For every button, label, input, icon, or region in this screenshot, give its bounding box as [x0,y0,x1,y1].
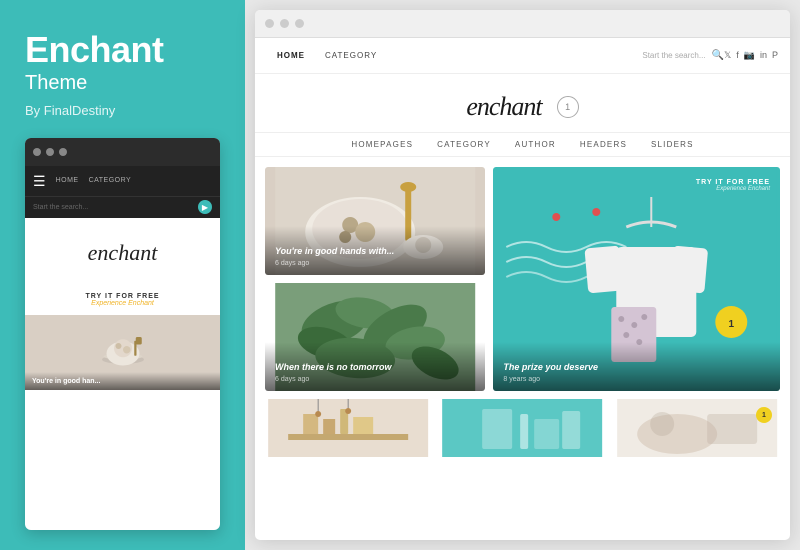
left-column: You're in good hands with... 6 days ago [265,167,485,391]
site-content: You're in good hands with... 6 days ago [255,167,790,540]
mini-search-bar: Start the search... ▶ [25,196,220,218]
mini-dot-2 [46,148,54,156]
sec-nav-headers[interactable]: HEADERS [568,140,639,149]
content-grid-bottom: 1 [265,399,780,457]
mini-nav: ☰ HOME CATEGORY [25,166,220,196]
article-food-overlay: You're in good hands with... 6 days ago [265,226,485,275]
article-teal-overlay: The prize you deserve 8 years ago [493,342,780,391]
article-food-title: You're in good hands with... [275,246,475,258]
article-plant-overlay: When there is no tomorrow 6 days ago [265,342,485,391]
article-teal-meta: 8 years ago [503,376,770,383]
site-nav-home[interactable]: HOME [267,51,315,60]
browser-dot-1 [265,19,274,28]
mini-search-placeholder: Start the search... [33,204,198,211]
article-food-image: You're in good hands with... 6 days ago [265,167,485,275]
sec-nav-homepages[interactable]: HOMEPAGES [339,140,425,149]
mini-browser-topbar [25,138,220,166]
mini-nav-home: HOME [56,177,79,184]
mini-search-icon: ▶ [198,200,212,214]
site-header: enchant 1 [255,74,790,132]
mini-nav-category: CATEGORY [89,177,132,184]
theme-title: Enchant [25,30,220,70]
teal-cta-text: TRY IT FOR FREE [696,179,770,186]
pinterest-icon: P [772,50,778,61]
bottom-scene-2 [439,399,605,457]
site-nav-category[interactable]: CATEGORY [315,51,387,60]
facebook-icon: f [736,50,739,61]
mini-preview: ☰ HOME CATEGORY Start the search... ▶ en… [25,138,220,530]
mini-logo: enchant [88,240,158,266]
article-food-meta: 6 days ago [275,260,475,267]
theme-subtitle: Theme [25,72,220,95]
browser-topbar [255,10,790,38]
article-card-teal: 1 TRY IT FOR FREE Experience Enchant The… [493,167,780,391]
mini-dot-1 [33,148,41,156]
article-plant-image: When there is no tomorrow 6 days ago [265,283,485,391]
twitter-icon: 𝕏 [724,50,731,61]
content-grid-top: You're in good hands with... 6 days ago [265,167,780,391]
site-search-placeholder: Start the search... [642,51,705,60]
search-icon[interactable]: 🔍 [712,50,724,61]
site-nav: HOME CATEGORY Start the search... 🔍 𝕏 f … [255,38,790,74]
article-teal-image: 1 TRY IT FOR FREE Experience Enchant The… [493,167,780,391]
site-secondary-nav: HOMEPAGES CATEGORY AUTHOR HEADERS SLIDER… [255,132,790,157]
bottom-badge-3: 1 [756,407,772,423]
mini-article-image: You're in good han... [25,315,220,390]
mini-cta-sub: Experience Enchant [25,300,220,307]
theme-author: By FinalDestiny [25,103,220,118]
linkedin-icon: in [760,50,767,61]
sec-nav-author[interactable]: AUTHOR [503,140,568,149]
mini-cta-section: TRY IT FOR FREE Experience Enchant [25,288,220,315]
sec-nav-category[interactable]: CATEGORY [425,140,503,149]
bottom-card-2 [439,399,605,457]
svg-text:1: 1 [729,319,735,330]
bottom-image-1 [265,399,431,457]
site-logo-badge: 1 [557,96,579,118]
teal-cta-sub: Experience Enchant [696,186,770,192]
article-card-food: You're in good hands with... 6 days ago [265,167,485,275]
site-logo: enchant [466,92,541,122]
bottom-card-3: 1 [614,399,780,457]
instagram-icon: 📷 [744,50,755,61]
article-plant-meta: 6 days ago [275,376,475,383]
mini-logo-section: enchant [25,218,220,288]
bottom-card-1 [265,399,431,457]
article-card-plant: When there is no tomorrow 6 days ago [265,283,485,391]
mini-article-title: You're in good han... [32,378,213,385]
browser-dot-2 [280,19,289,28]
mini-dot-3 [59,148,67,156]
mini-hamburger-icon: ☰ [33,174,46,188]
article-plant-title: When there is no tomorrow [275,362,475,374]
mini-article-overlay: You're in good han... [25,372,220,390]
site-search-area: Start the search... 🔍 [642,50,724,61]
teal-cta-area: TRY IT FOR FREE Experience Enchant [696,179,770,192]
mini-cta-button: TRY IT FOR FREE [25,293,220,300]
bottom-image-3: 1 [614,399,780,457]
browser-window: HOME CATEGORY Start the search... 🔍 𝕏 f … [255,10,790,540]
left-panel: Enchant Theme By FinalDestiny ☰ HOME CAT… [0,0,245,550]
bottom-scene-1 [265,399,431,457]
article-teal-title: The prize you deserve [503,362,770,374]
right-panel: HOME CATEGORY Start the search... 🔍 𝕏 f … [245,0,800,550]
bottom-image-2 [439,399,605,457]
social-icons: 𝕏 f 📷 in P [724,50,778,61]
bottom-scene-3 [614,399,780,457]
browser-dot-3 [295,19,304,28]
sec-nav-sliders[interactable]: SLIDERS [639,140,706,149]
